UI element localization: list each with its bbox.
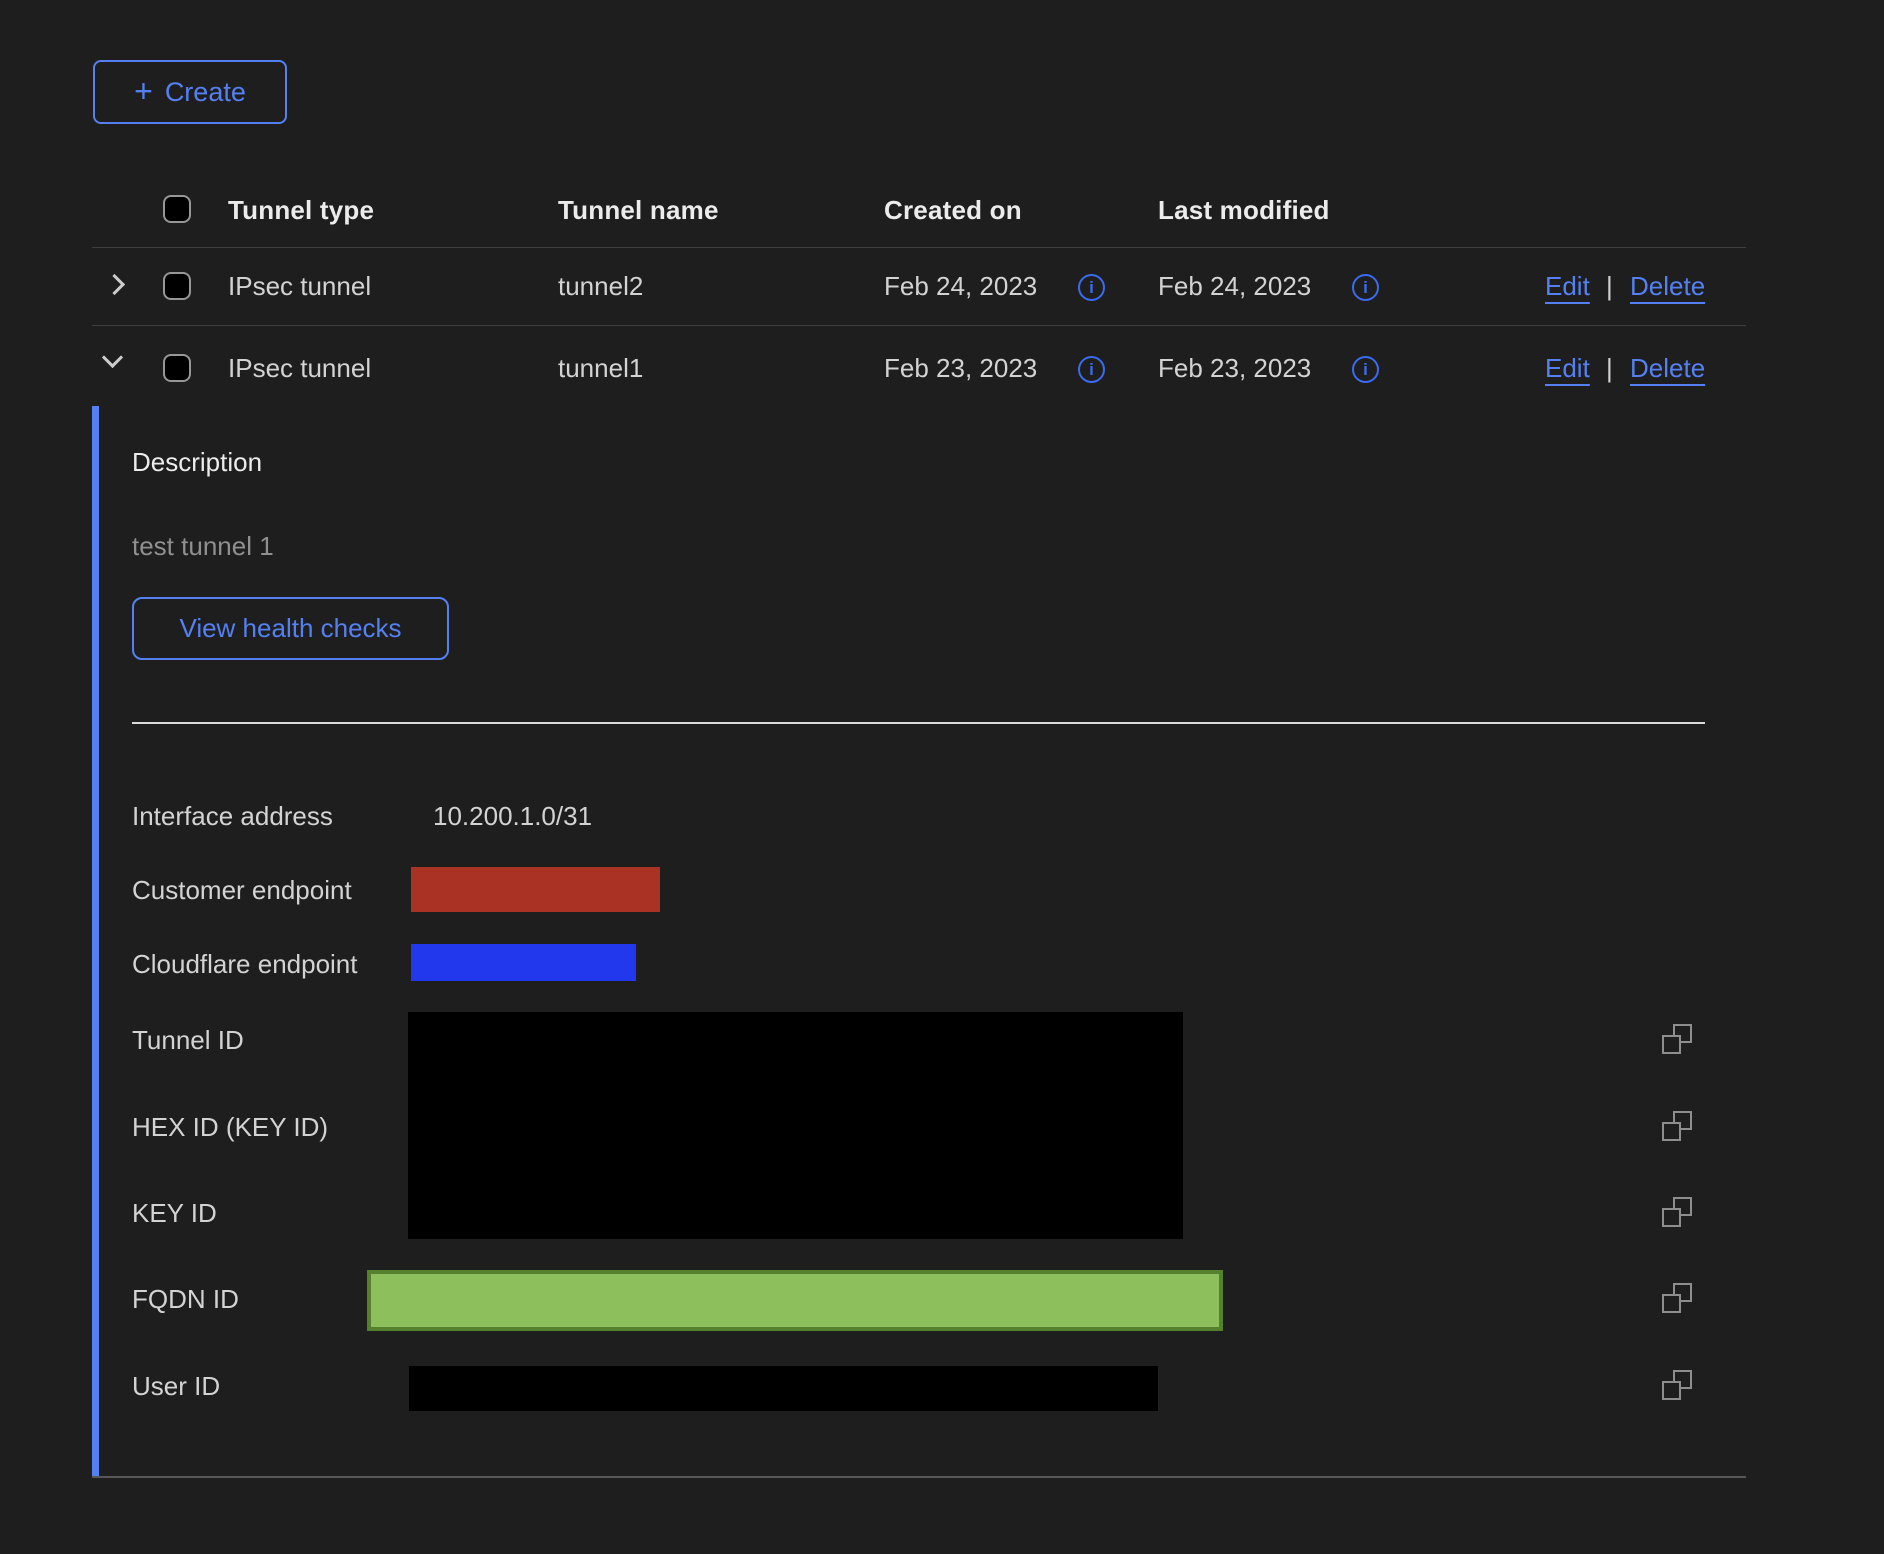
create-button-label: Create: [165, 77, 246, 108]
row2-created-info-icon[interactable]: i: [1078, 356, 1105, 383]
create-button[interactable]: + Create: [93, 60, 287, 124]
column-header-tunnel-name: Tunnel name: [558, 196, 719, 224]
copy-icon: [1662, 1294, 1681, 1313]
fqdn-id-copy-button[interactable]: [1662, 1283, 1692, 1313]
row1-cell-created-on: Feb 24, 2023: [884, 272, 1037, 300]
row1-edit-link[interactable]: Edit: [1545, 272, 1590, 300]
row2-cell-created-on: Feb 23, 2023: [884, 354, 1037, 382]
customer-endpoint-redacted-value: [411, 867, 660, 912]
row2-delete-link[interactable]: Delete: [1630, 354, 1705, 382]
interface-address-label: Interface address: [132, 801, 333, 831]
row1-cell-tunnel-type: IPsec tunnel: [228, 272, 371, 300]
interface-address-value: 10.200.1.0/31: [433, 801, 592, 831]
row2-checkbox[interactable]: [163, 354, 191, 382]
view-health-checks-label: View health checks: [179, 613, 401, 644]
user-id-label: User ID: [132, 1371, 220, 1401]
detail-section-divider: [132, 722, 1705, 724]
hex-id-label: HEX ID (KEY ID): [132, 1112, 328, 1142]
description-label: Description: [132, 447, 262, 477]
cloudflare-endpoint-redacted-value: [411, 944, 636, 981]
row2-cell-tunnel-name: tunnel1: [558, 354, 643, 382]
ipsec-tunnels-page: + Create Tunnel type Tunnel name Created…: [0, 0, 1884, 1554]
select-all-checkbox[interactable]: [163, 195, 191, 223]
tunnel-id-label: Tunnel ID: [132, 1025, 244, 1055]
ids-redacted-block: [408, 1012, 1183, 1239]
column-header-tunnel-type: Tunnel type: [228, 196, 374, 224]
column-header-last-modified: Last modified: [1158, 196, 1330, 224]
fqdn-id-redacted-value: [367, 1270, 1223, 1331]
row1-created-info-icon[interactable]: i: [1078, 274, 1105, 301]
row2-cell-last-modified: Feb 23, 2023: [1158, 354, 1311, 382]
expanded-row-accent-bar: [92, 406, 99, 1477]
tunnel-id-copy-button[interactable]: [1662, 1024, 1692, 1054]
customer-endpoint-label: Customer endpoint: [132, 875, 352, 905]
row1-expand-chevron-right-icon[interactable]: [104, 274, 125, 295]
copy-icon: [1662, 1381, 1681, 1400]
copy-icon: [1662, 1122, 1681, 1141]
row2-edit-link[interactable]: Edit: [1545, 354, 1590, 382]
row2-cell-tunnel-type: IPsec tunnel: [228, 354, 371, 382]
description-value: test tunnel 1: [132, 531, 274, 561]
row1-divider: [92, 325, 1746, 326]
row1-cell-tunnel-name: tunnel2: [558, 272, 643, 300]
header-divider: [92, 247, 1746, 248]
column-header-created-on: Created on: [884, 196, 1022, 224]
fqdn-id-label: FQDN ID: [132, 1284, 239, 1314]
copy-icon: [1662, 1035, 1681, 1054]
row1-action-separator: |: [1606, 272, 1613, 300]
hex-id-copy-button[interactable]: [1662, 1111, 1692, 1141]
user-id-redacted-value: [409, 1366, 1158, 1411]
cloudflare-endpoint-label: Cloudflare endpoint: [132, 949, 358, 979]
row2-collapse-chevron-down-icon[interactable]: [102, 347, 123, 368]
user-id-copy-button[interactable]: [1662, 1370, 1692, 1400]
plus-icon: +: [134, 75, 153, 107]
row2-modified-info-icon[interactable]: i: [1352, 356, 1379, 383]
key-id-label: KEY ID: [132, 1198, 217, 1228]
copy-icon: [1662, 1208, 1681, 1227]
key-id-copy-button[interactable]: [1662, 1197, 1692, 1227]
row1-cell-last-modified: Feb 24, 2023: [1158, 272, 1311, 300]
table-bottom-divider: [92, 1476, 1746, 1478]
row1-delete-link[interactable]: Delete: [1630, 272, 1705, 300]
row1-modified-info-icon[interactable]: i: [1352, 274, 1379, 301]
view-health-checks-button[interactable]: View health checks: [132, 597, 449, 660]
row2-action-separator: |: [1606, 354, 1613, 382]
row1-checkbox[interactable]: [163, 272, 191, 300]
